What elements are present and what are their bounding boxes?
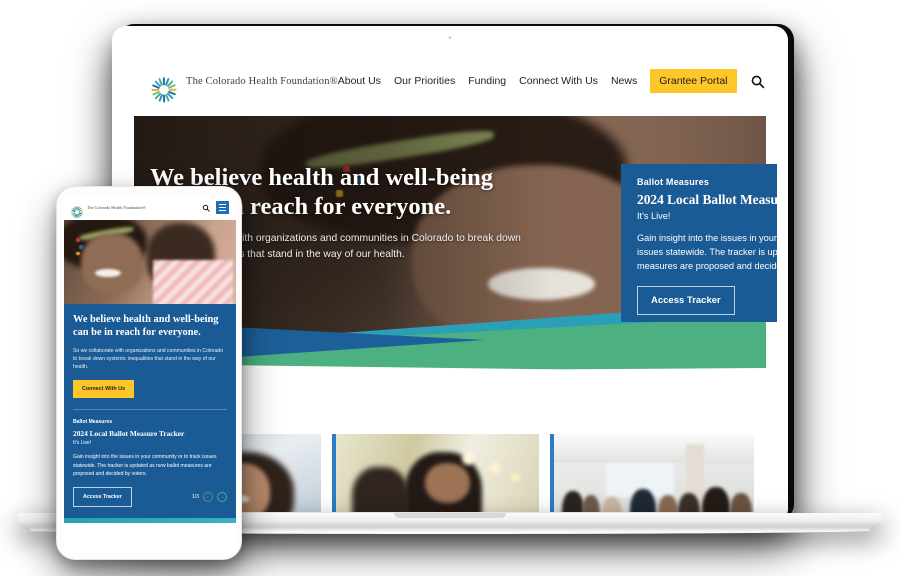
- access-tracker-button[interactable]: Access Tracker: [73, 487, 132, 508]
- search-icon[interactable]: [750, 74, 765, 89]
- phone-nav-tools: [202, 201, 229, 214]
- sunburst-logo-icon: [71, 202, 83, 218]
- burger-line: [219, 204, 226, 206]
- site-header: The Colorado Health Foundation® About Us…: [123, 46, 777, 116]
- nav-item-about-us[interactable]: About Us: [338, 75, 381, 87]
- phone-screen: The Colorado Health Foundation® We belie…: [64, 195, 236, 553]
- card-image: [336, 434, 539, 512]
- nav-item-funding[interactable]: Funding: [468, 75, 506, 87]
- phone-card-body-text: Gain insight into the issues in your com…: [73, 454, 217, 477]
- person-silhouette: [658, 494, 678, 512]
- phone-carousel-pager: 1/3 ← →: [191, 492, 227, 503]
- person-silhouette: [730, 492, 752, 512]
- brand-lockup[interactable]: The Colorado Health Foundation®: [151, 68, 338, 103]
- person-silhouette: [602, 496, 622, 512]
- sunburst-logo-icon: [151, 68, 177, 103]
- primary-nav: About Us Our Priorities Funding Connect …: [338, 69, 777, 93]
- phone-brand-name: The Colorado Health Foundation®: [87, 205, 146, 210]
- pager-count: 1/3: [191, 494, 199, 501]
- person-silhouette: [702, 486, 730, 512]
- card-eyebrow: Ballot Measures: [637, 177, 710, 187]
- card-status-text: It's Live!: [637, 211, 671, 221]
- search-icon[interactable]: [202, 204, 210, 212]
- feature-card[interactable]: [332, 434, 539, 512]
- burger-line: [219, 209, 226, 211]
- phone-card-footer: Access Tracker 1/3 ← →: [73, 487, 227, 508]
- nav-item-news[interactable]: News: [611, 75, 637, 87]
- phone-card-status-text: It's Live!: [73, 440, 92, 447]
- phone-hero-panel: We believe health and well-being can be …: [64, 304, 236, 519]
- person-silhouette: [582, 494, 600, 512]
- phone-hero-heading: We believe health and well-being can be …: [73, 314, 219, 339]
- person-silhouette: [562, 490, 584, 512]
- phone-header: The Colorado Health Foundation®: [64, 195, 236, 220]
- card-footer: Access Tracker 1/3 ← →: [637, 285, 777, 315]
- arrow-right-icon[interactable]: →: [217, 492, 227, 503]
- connect-with-us-button[interactable]: Connect With Us: [73, 380, 135, 399]
- brand-name: The Colorado Health Foundation®: [186, 75, 338, 87]
- webcam-icon: [448, 36, 452, 39]
- phone-hero-subtext: So we collaborate with organizations and…: [73, 347, 224, 371]
- phone-card-eyebrow: Ballot Measures: [73, 419, 113, 426]
- phone-teal-band: [64, 518, 236, 524]
- grantee-portal-button[interactable]: Grantee Portal: [650, 69, 737, 93]
- card-title: 2024 Local Ballot Measure Tracker: [637, 192, 777, 207]
- mockup-stage: The Colorado Health Foundation® About Us…: [0, 0, 900, 576]
- arrow-left-icon[interactable]: ←: [203, 492, 213, 503]
- logo-ray: [151, 88, 159, 91]
- access-tracker-button[interactable]: Access Tracker: [637, 285, 735, 315]
- ballot-measures-card: Ballot Measures 2024 Local Ballot Measur…: [621, 164, 777, 322]
- card-image: [554, 434, 754, 512]
- burger-line: [219, 206, 226, 209]
- phone-mockup: The Colorado Health Foundation® We belie…: [56, 186, 242, 560]
- feature-card[interactable]: [550, 434, 754, 512]
- nav-item-our-priorities[interactable]: Our Priorities: [394, 75, 455, 87]
- phone-card-title: 2024 Local Ballot Measure Tracker: [73, 429, 185, 439]
- logo-ray: [162, 94, 166, 103]
- card-body-text: Gain insight into the issues in your com…: [637, 233, 777, 271]
- hamburger-menu-icon[interactable]: [216, 201, 229, 214]
- divider: [73, 409, 227, 411]
- phone-hero-photo: [64, 220, 236, 304]
- nav-item-connect-with-us[interactable]: Connect With Us: [519, 75, 598, 87]
